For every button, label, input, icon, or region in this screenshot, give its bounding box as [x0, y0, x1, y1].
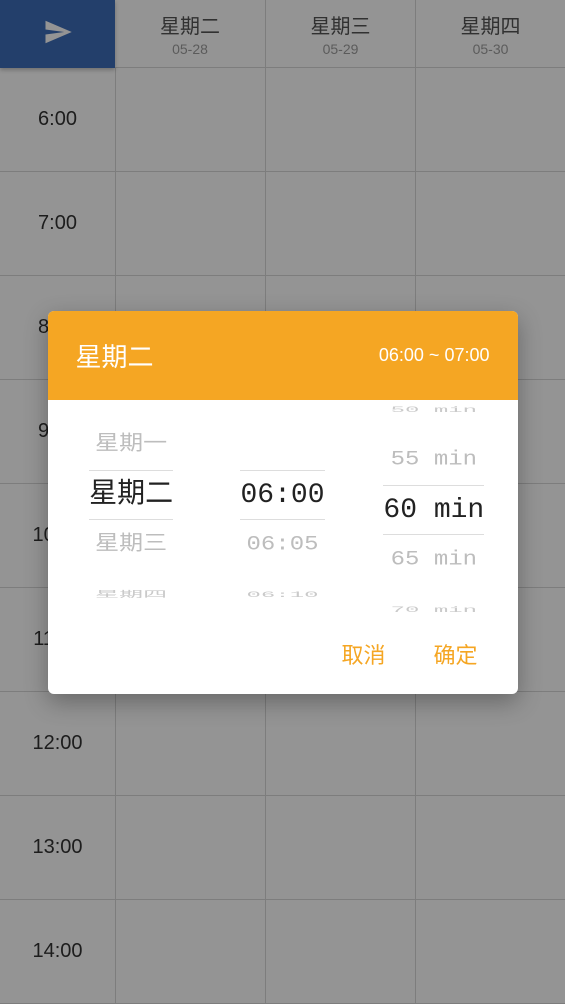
- dialog-actions: 取消 确定: [48, 620, 518, 694]
- picker-item: 星期四: [95, 586, 167, 604]
- picker-item: 星期一: [95, 423, 167, 466]
- picker-item: 55 min: [391, 438, 477, 481]
- picker-item: 65 min: [391, 538, 477, 581]
- picker-item-selected: 60 min: [383, 485, 484, 535]
- dialog-time-range: 06:00 ~ 07:00: [379, 345, 490, 366]
- picker-item-selected: 06:00: [240, 470, 324, 520]
- time-picker-dialog: 星期二 06:00 ~ 07:00 星期一 星期二 星期三 星期四 06:00 …: [48, 311, 518, 694]
- picker-item-selected: 星期二: [89, 470, 173, 520]
- confirm-button[interactable]: 确定: [433, 638, 477, 670]
- app-root: 星期二 05-28 星期三 05-29 星期四 05-30 星 0 6:00 7…: [0, 0, 565, 1004]
- dialog-title: 星期二: [76, 337, 154, 374]
- picker-item: 06:05: [246, 523, 318, 566]
- duration-picker[interactable]: 50 min 55 min 60 min 65 min 70 min: [358, 400, 509, 620]
- dialog-header: 星期二 06:00 ~ 07:00: [48, 311, 518, 400]
- picker-item: 50 min: [391, 401, 477, 419]
- modal-overlay[interactable]: 星期二 06:00 ~ 07:00 星期一 星期二 星期三 星期四 06:00 …: [0, 0, 565, 1004]
- picker-row: 星期一 星期二 星期三 星期四 06:00 06:05 06:10 50 min…: [48, 400, 518, 620]
- picker-item: 06:10: [246, 586, 318, 604]
- day-picker[interactable]: 星期一 星期二 星期三 星期四: [56, 400, 207, 620]
- time-picker[interactable]: 06:00 06:05 06:10: [207, 400, 358, 620]
- picker-item: 星期三: [95, 523, 167, 566]
- cancel-button[interactable]: 取消: [341, 638, 385, 670]
- picker-item: 70 min: [391, 601, 477, 619]
